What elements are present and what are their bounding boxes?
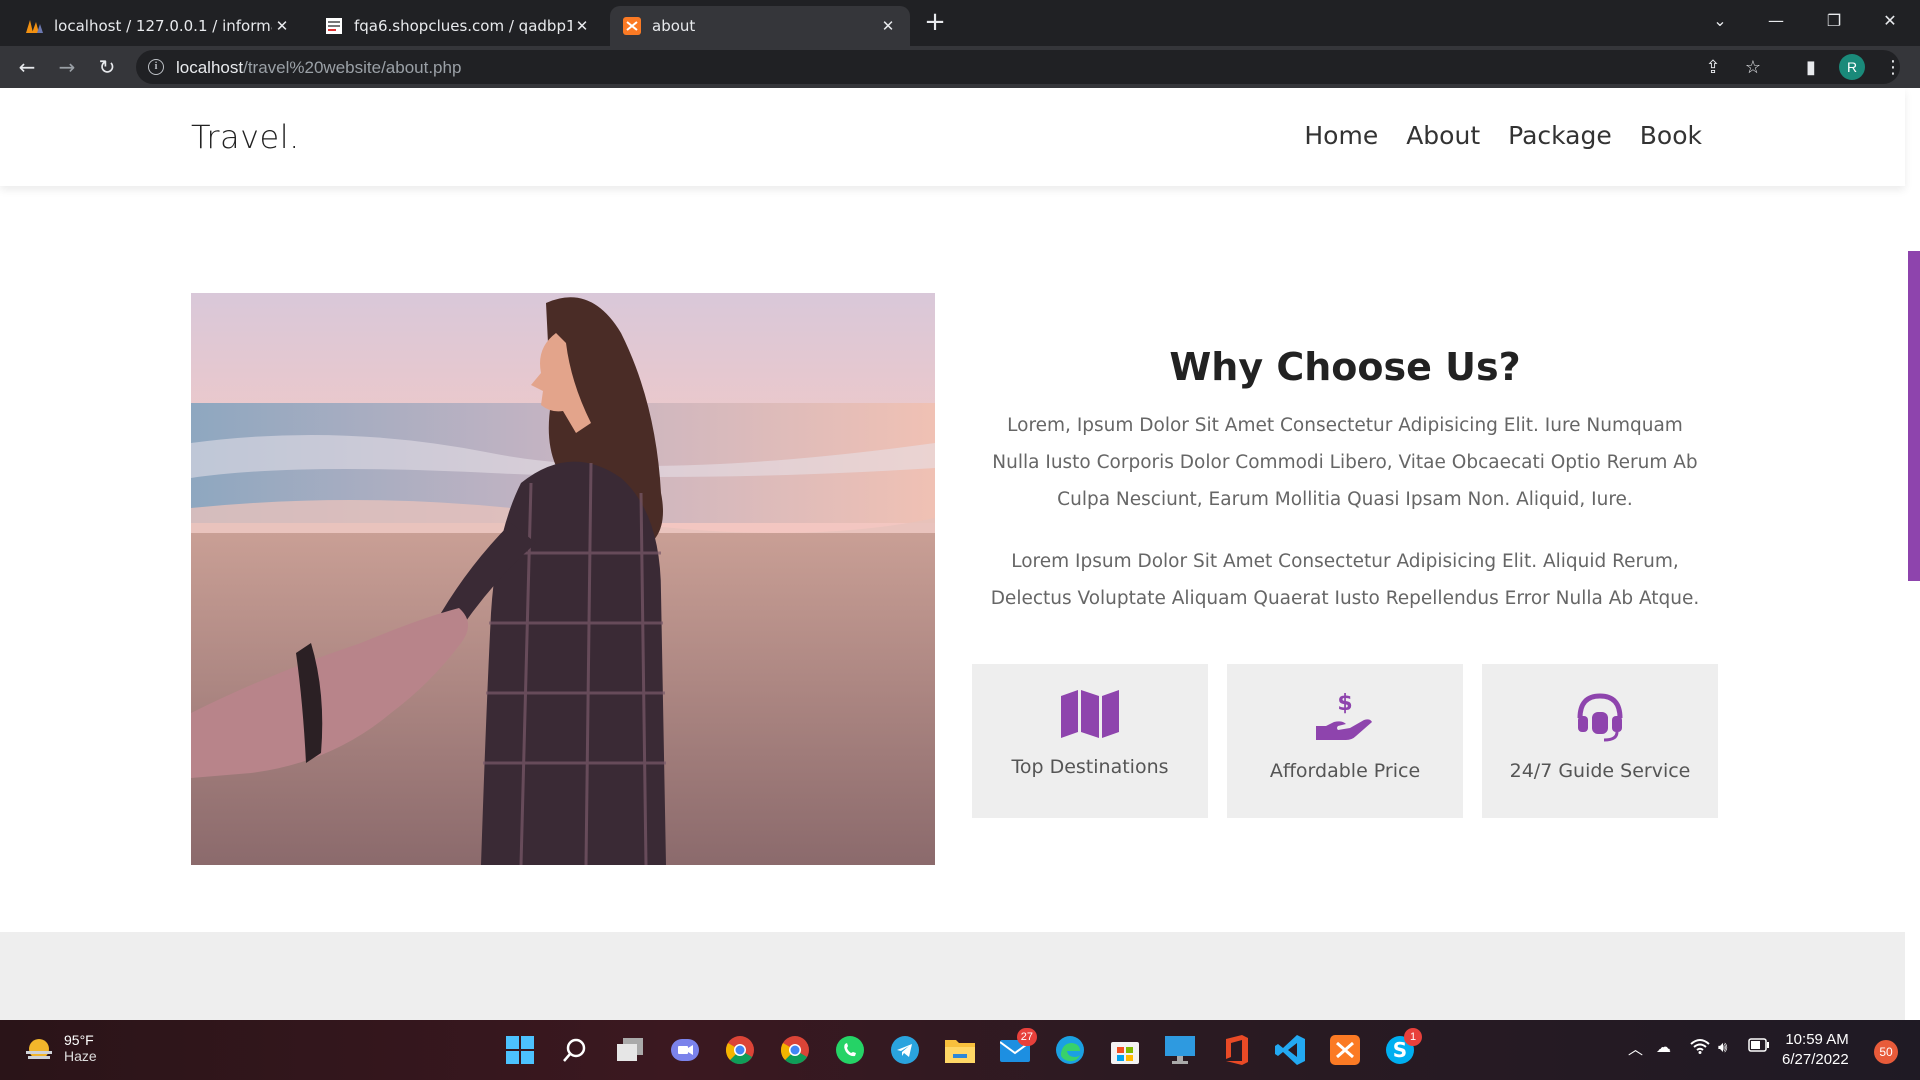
start-icon[interactable] xyxy=(502,1032,538,1068)
about-image xyxy=(191,293,935,865)
task-view-icon[interactable] xyxy=(612,1032,648,1068)
file-explorer-icon[interactable] xyxy=(942,1032,978,1068)
browser-tab-strip: localhost / 127.0.0.1 / informatior ✕ fq… xyxy=(0,0,1920,46)
whatsapp-icon[interactable] xyxy=(832,1032,868,1068)
scrollbar-thumb[interactable] xyxy=(1908,251,1920,581)
address-bar[interactable]: i localhost/travel%20website/about.php ⇪… xyxy=(136,50,1900,84)
feature-affordable-price: $ Affordable Price xyxy=(1227,664,1463,818)
windows-taskbar: 95°F Haze 27 S 1 ︿ ☁ 🔊︎ 10:59 AM 6/27/20… xyxy=(0,1020,1920,1080)
nav-about[interactable]: About xyxy=(1406,121,1480,150)
restore-button[interactable]: ❐ xyxy=(1806,0,1862,40)
section-heading: Why Choose Us? xyxy=(1169,345,1521,389)
vscode-icon[interactable] xyxy=(1272,1032,1308,1068)
search-icon[interactable] xyxy=(557,1032,593,1068)
site-header: Travel. Home About Package Book xyxy=(0,88,1905,186)
feature-label: Affordable Price xyxy=(1269,760,1421,782)
remote-desktop-icon[interactable] xyxy=(1162,1032,1198,1068)
wifi-icon[interactable] xyxy=(1690,1038,1710,1058)
weather-widget[interactable]: 95°F Haze xyxy=(24,1032,97,1064)
haze-sun-icon xyxy=(24,1037,54,1059)
reload-button[interactable]: ↻ xyxy=(92,52,122,82)
next-section-band xyxy=(0,932,1905,1020)
weather-desc: Haze xyxy=(64,1048,97,1064)
about-paragraph-1: Lorem, Ipsum Dolor Sit Amet Consectetur … xyxy=(992,415,1698,510)
onedrive-icon[interactable]: ☁ xyxy=(1656,1038,1671,1056)
share-icon[interactable]: ⇪ xyxy=(1698,52,1728,82)
teams-chat-icon[interactable] xyxy=(667,1032,703,1068)
minimize-button[interactable]: — xyxy=(1748,0,1804,40)
avatar[interactable]: R xyxy=(1839,54,1865,80)
headset-icon xyxy=(1577,693,1623,742)
feature-top-destinations: Top Destinations xyxy=(972,664,1208,818)
mail-icon[interactable]: 27 xyxy=(997,1028,1037,1068)
browser-toolbar: ← → ↻ i localhost/travel%20website/about… xyxy=(0,46,1920,88)
xampp-icon xyxy=(622,16,642,36)
menu-icon[interactable]: ⋮ xyxy=(1878,52,1908,82)
about-content: Why Choose Us? Lorem, Ipsum Dolor Sit Am… xyxy=(972,293,1718,617)
notification-badge[interactable]: 50 xyxy=(1874,1040,1898,1064)
feature-guide-service: 24/7 Guide Service xyxy=(1482,664,1718,818)
tab-search-chevron-icon[interactable]: ⌄ xyxy=(1692,0,1748,40)
system-clock[interactable]: 10:59 AM 6/27/2022 xyxy=(1782,1030,1849,1070)
feature-label: 24/7 Guide Service xyxy=(1509,760,1691,782)
site-logo[interactable]: Travel. xyxy=(191,118,300,156)
url-text: localhost/travel%20website/about.php xyxy=(176,58,462,77)
xampp-taskbar-icon[interactable] xyxy=(1327,1032,1363,1068)
feature-icons: Top Destinations $ Affordable Price 24/7… xyxy=(972,664,1718,818)
main-nav: Home About Package Book xyxy=(1304,121,1702,150)
close-icon[interactable]: ✕ xyxy=(272,17,292,35)
tab-shopclues[interactable]: fqa6.shopclues.com / qadbp1 / st ✕ xyxy=(312,6,604,46)
mail-badge: 27 xyxy=(1016,1028,1037,1046)
new-tab-button[interactable]: + xyxy=(920,8,950,38)
side-panel-icon[interactable]: ▮ xyxy=(1796,52,1826,82)
store-icon[interactable] xyxy=(1107,1032,1143,1068)
page-viewport: Travel. Home About Package Book Why Choo… xyxy=(0,88,1920,1020)
skype-icon[interactable]: S 1 xyxy=(1382,1028,1422,1068)
tab-title: localhost / 127.0.0.1 / informatior xyxy=(54,17,272,35)
forward-button[interactable]: → xyxy=(52,52,82,82)
telegram-icon[interactable] xyxy=(887,1032,923,1068)
phpmyadmin-icon xyxy=(24,16,44,36)
close-icon[interactable]: ✕ xyxy=(572,17,592,35)
about-paragraph-2: Lorem Ipsum Dolor Sit Amet Consectetur A… xyxy=(990,551,1700,609)
hand-holding-dollar-icon: $ xyxy=(1316,691,1372,740)
chevron-up-icon[interactable]: ︿ xyxy=(1628,1038,1643,1059)
clock-date: 6/27/2022 xyxy=(1782,1051,1849,1068)
skype-badge: 1 xyxy=(1404,1028,1422,1046)
feature-label: Top Destinations xyxy=(1011,756,1169,778)
page-icon xyxy=(324,16,344,36)
chrome-profile-icon[interactable] xyxy=(777,1032,813,1068)
tab-title: fqa6.shopclues.com / qadbp1 / st xyxy=(354,17,572,35)
tab-title: about xyxy=(652,17,696,35)
chrome-icon[interactable] xyxy=(722,1032,758,1068)
close-icon[interactable]: ✕ xyxy=(878,17,898,35)
back-button[interactable]: ← xyxy=(12,52,42,82)
clock-time: 10:59 AM xyxy=(1785,1031,1849,1048)
nav-book[interactable]: Book xyxy=(1640,121,1702,150)
battery-icon[interactable] xyxy=(1748,1038,1770,1056)
edge-icon[interactable] xyxy=(1052,1032,1088,1068)
office-icon[interactable] xyxy=(1217,1032,1253,1068)
bookmark-star-icon[interactable]: ☆ xyxy=(1738,52,1768,82)
tab-phpmyadmin[interactable]: localhost / 127.0.0.1 / informatior ✕ xyxy=(12,6,304,46)
nav-package[interactable]: Package xyxy=(1508,121,1612,150)
nav-home[interactable]: Home xyxy=(1304,121,1378,150)
map-icon xyxy=(1061,690,1119,738)
volume-icon[interactable]: 🔊︎ xyxy=(1718,1038,1727,1056)
site-info-icon[interactable]: i xyxy=(148,59,164,75)
weather-temp: 95°F xyxy=(64,1032,94,1048)
tab-about[interactable]: about ✕ xyxy=(610,6,910,46)
svg-text:$: $ xyxy=(1337,691,1352,716)
close-window-button[interactable]: ✕ xyxy=(1862,0,1918,40)
